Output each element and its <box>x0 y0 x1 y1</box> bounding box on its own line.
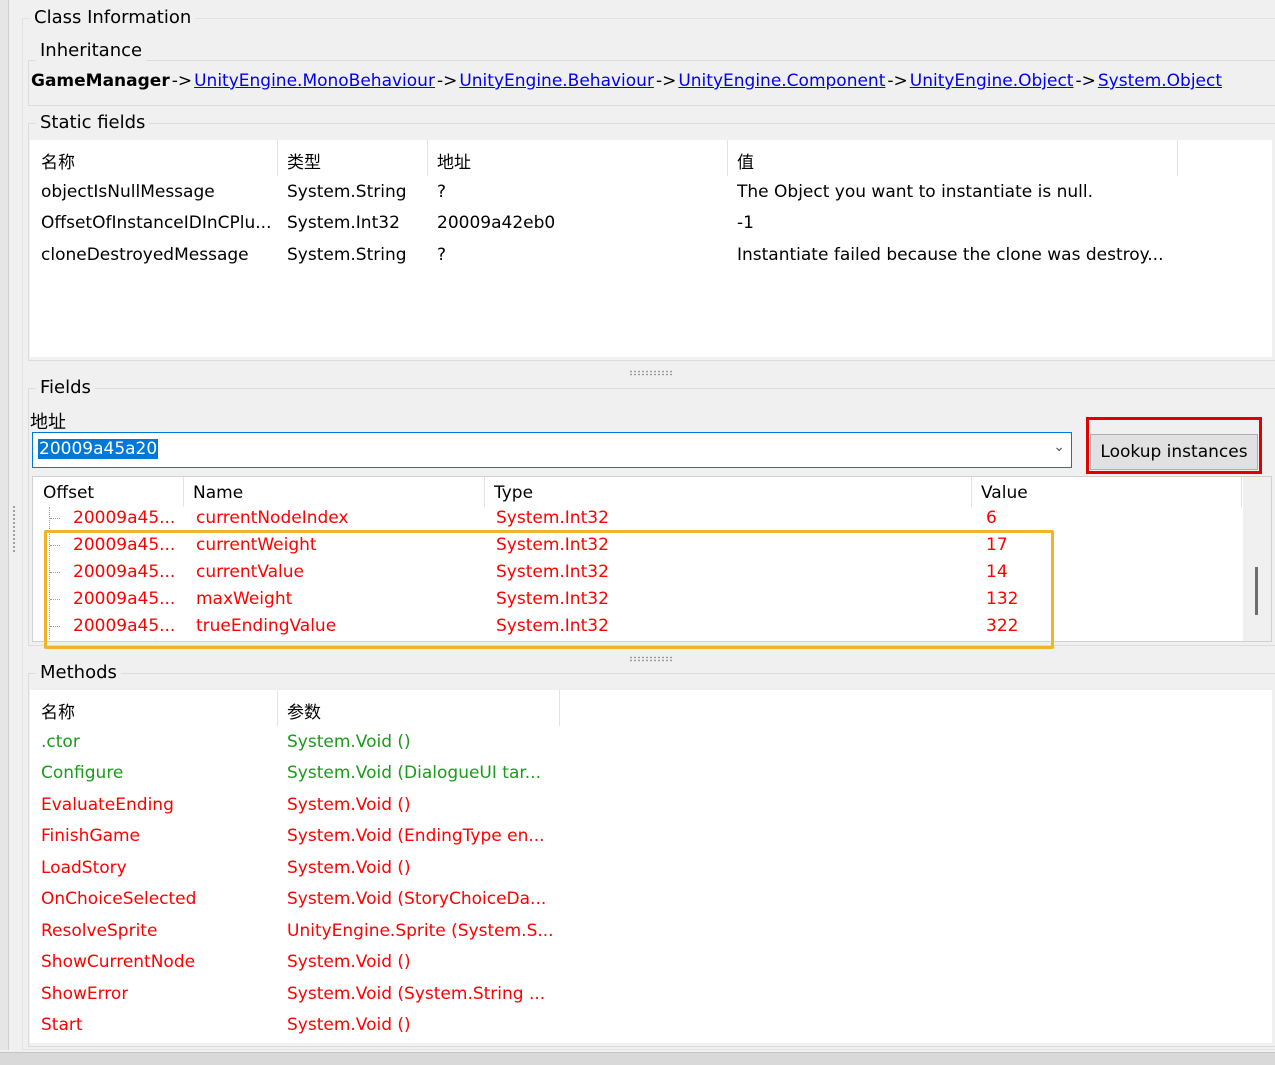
method-params: System.Void (EndingType en... <box>287 826 545 846</box>
column-header-value[interactable]: Value <box>981 483 1028 503</box>
rows-highlight-box <box>44 530 1054 649</box>
status-bar <box>0 1052 1275 1065</box>
base-link-system-object[interactable]: System.Object <box>1098 71 1222 91</box>
field-name: currentNodeIndex <box>196 508 349 528</box>
base-link-unity-object[interactable]: UnityEngine.Object <box>910 71 1074 91</box>
static-field-type: System.Int32 <box>287 213 400 233</box>
column-divider[interactable] <box>427 140 428 176</box>
class-information-title: Class Information <box>30 7 196 28</box>
base-link-component[interactable]: UnityEngine.Component <box>678 71 885 91</box>
method-name: LoadStory <box>41 858 127 878</box>
method-params: System.Void () <box>287 858 411 878</box>
method-params: System.Void (System.String ... <box>287 984 546 1004</box>
method-params: System.Void () <box>287 732 411 752</box>
column-divider[interactable] <box>559 690 560 726</box>
methods-label: Methods <box>36 662 121 683</box>
static-field-address: 20009a42eb0 <box>437 213 556 233</box>
static-field-value: -1 <box>737 213 754 233</box>
chevron-down-icon[interactable]: ⌄ <box>1053 439 1065 455</box>
column-header-value[interactable]: 值 <box>737 148 754 173</box>
inheritance-arrow: -> <box>655 71 677 91</box>
class-name: GameManager <box>31 71 170 91</box>
method-name: ResolveSprite <box>41 921 158 941</box>
method-params: System.Void () <box>287 1015 411 1035</box>
base-link-behaviour[interactable]: UnityEngine.Behaviour <box>459 71 654 91</box>
address-value[interactable]: 20009a45a20 <box>38 439 159 459</box>
splitter-grip[interactable] <box>629 370 673 376</box>
static-field-type: System.String <box>287 182 407 202</box>
static-field-name: OffsetOfInstanceIDInCPlu... <box>41 213 272 233</box>
column-header-type[interactable]: Type <box>494 483 533 503</box>
column-header-offset[interactable]: Offset <box>43 483 94 503</box>
column-divider[interactable] <box>277 140 278 176</box>
address-label: 地址 <box>30 412 66 433</box>
static-field-address: ? <box>437 182 447 202</box>
field-type: System.Int32 <box>496 508 609 528</box>
column-divider[interactable] <box>183 477 184 507</box>
static-fields-table: 名称 类型 地址 值 objectIsNullMessage System.St… <box>30 140 1272 357</box>
method-name: ShowCurrentNode <box>41 952 196 972</box>
inheritance-arrow: -> <box>887 71 908 91</box>
column-divider[interactable] <box>484 477 485 507</box>
static-field-name: objectIsNullMessage <box>41 182 215 202</box>
inheritance-arrow: -> <box>1075 71 1096 91</box>
left-panel-edge <box>0 0 9 1050</box>
method-name: Start <box>41 1015 83 1035</box>
method-name: Configure <box>41 763 124 783</box>
column-divider[interactable] <box>277 690 278 726</box>
column-divider[interactable] <box>971 477 972 507</box>
methods-table: 名称 参数 .ctor System.Void () Configure Sys… <box>30 690 1272 1043</box>
address-combobox[interactable]: 20009a45a20 ⌄ <box>32 432 1072 468</box>
button-highlight-box <box>1086 417 1262 474</box>
column-header-name[interactable]: 名称 <box>41 698 75 723</box>
column-divider[interactable] <box>727 140 728 176</box>
method-name: OnChoiceSelected <box>41 889 197 909</box>
field-offset: 20009a45... <box>73 508 176 528</box>
method-name: .ctor <box>41 732 80 752</box>
fields-label: Fields <box>36 377 95 398</box>
scrollbar-thumb[interactable] <box>1255 567 1258 615</box>
inheritance-label: Inheritance <box>36 40 147 61</box>
splitter-handle[interactable] <box>12 505 17 553</box>
static-field-value: The Object you want to instantiate is nu… <box>737 182 1093 202</box>
method-params: System.Void (DialogueUI tar... <box>287 763 542 783</box>
method-params: System.Void (StoryChoiceDa... <box>287 889 547 909</box>
field-value: 6 <box>986 508 997 528</box>
column-header-name[interactable]: Name <box>193 483 243 503</box>
static-field-address: ? <box>437 245 447 265</box>
inheritance-arrow: -> <box>171 71 193 91</box>
inheritance-arrow: -> <box>436 71 458 91</box>
splitter-grip[interactable] <box>629 656 673 662</box>
column-divider[interactable] <box>1177 140 1178 176</box>
static-field-name: cloneDestroyedMessage <box>41 245 249 265</box>
column-header-name[interactable]: 名称 <box>41 148 75 173</box>
method-name: EvaluateEnding <box>41 795 174 815</box>
base-link-monobehaviour[interactable]: UnityEngine.MonoBehaviour <box>194 71 435 91</box>
column-header-params[interactable]: 参数 <box>287 698 321 723</box>
column-header-address[interactable]: 地址 <box>437 148 471 173</box>
inheritance-chain: GameManager -> UnityEngine.MonoBehaviour ->… <box>31 71 1222 91</box>
method-params: System.Void () <box>287 952 411 972</box>
column-divider[interactable] <box>1241 477 1242 507</box>
method-name: ShowError <box>41 984 129 1004</box>
method-name: FinishGame <box>41 826 141 846</box>
method-params: System.Void () <box>287 795 411 815</box>
method-params: UnityEngine.Sprite (System.S... <box>287 921 554 941</box>
static-field-type: System.String <box>287 245 407 265</box>
static-field-value: Instantiate failed because the clone was… <box>737 245 1164 265</box>
column-header-type[interactable]: 类型 <box>287 148 321 173</box>
static-fields-label: Static fields <box>36 112 150 133</box>
vertical-scrollbar[interactable] <box>1243 477 1271 641</box>
